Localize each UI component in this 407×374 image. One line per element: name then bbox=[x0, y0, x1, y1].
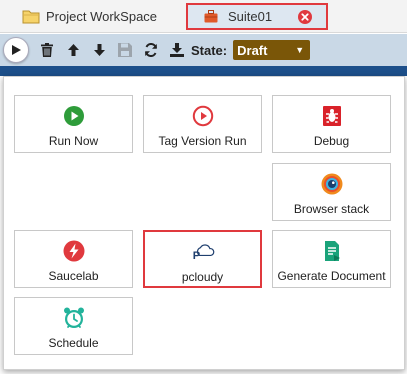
run-options-menu: Run Now Tag Version Run Debug Browser st… bbox=[3, 76, 405, 370]
browser-stack-button[interactable]: Browser stack bbox=[272, 163, 391, 221]
state-dropdown[interactable]: Draft ▼ bbox=[233, 40, 311, 60]
menu-item-label: Browser stack bbox=[293, 202, 370, 216]
pcloudy-icon: P bbox=[191, 240, 215, 264]
menu-item-label: Saucelab bbox=[48, 269, 99, 283]
menu-item-label: Debug bbox=[313, 134, 350, 148]
state-label: State: bbox=[191, 42, 228, 58]
generate-document-button[interactable]: Generate Document bbox=[272, 230, 391, 288]
tab-bar: Project WorkSpace Suite01 bbox=[0, 0, 407, 33]
close-icon[interactable] bbox=[298, 9, 312, 24]
tag-version-run-button[interactable]: Tag Version Run bbox=[143, 95, 262, 153]
delete-button[interactable] bbox=[39, 42, 55, 58]
run-now-button[interactable]: Run Now bbox=[14, 95, 133, 153]
play-circle-icon bbox=[62, 104, 86, 128]
document-icon bbox=[320, 239, 344, 263]
menu-item-label: Schedule bbox=[48, 336, 99, 350]
run-button[interactable] bbox=[3, 37, 29, 63]
briefcase-icon bbox=[204, 10, 218, 23]
schedule-button[interactable]: Schedule bbox=[14, 297, 133, 355]
toolbar: State: Draft ▼ bbox=[0, 34, 407, 66]
download-icon bbox=[170, 43, 184, 57]
browserstack-icon bbox=[320, 172, 344, 196]
trash-icon bbox=[41, 43, 53, 57]
refresh-button[interactable] bbox=[143, 42, 159, 58]
alarm-clock-icon bbox=[62, 306, 86, 330]
state-value: Draft bbox=[237, 42, 268, 58]
save-button[interactable] bbox=[117, 42, 133, 58]
arrow-down-icon bbox=[93, 44, 105, 56]
move-down-button[interactable] bbox=[91, 42, 107, 58]
play-outline-icon bbox=[191, 104, 215, 128]
refresh-icon bbox=[145, 43, 157, 57]
arrow-up-icon bbox=[67, 44, 79, 56]
svg-text:P: P bbox=[192, 250, 200, 262]
tab-label: Suite01 bbox=[228, 9, 273, 24]
saucelab-button[interactable]: Saucelab bbox=[14, 230, 133, 288]
menu-item-label: Generate Document bbox=[277, 269, 386, 283]
saucelab-icon bbox=[62, 239, 86, 263]
tab-project-workspace[interactable]: Project WorkSpace bbox=[2, 3, 185, 30]
save-icon bbox=[118, 43, 132, 57]
play-icon bbox=[12, 45, 21, 55]
move-up-button[interactable] bbox=[65, 42, 81, 58]
toolbar-strip bbox=[0, 66, 407, 76]
menu-item-label: Tag Version Run bbox=[158, 134, 247, 148]
menu-item-label: Run Now bbox=[48, 134, 99, 148]
bug-icon bbox=[320, 104, 344, 128]
tab-suite01[interactable]: Suite01 bbox=[186, 3, 328, 30]
download-button[interactable] bbox=[169, 42, 185, 58]
caret-down-icon: ▼ bbox=[295, 45, 305, 55]
pcloudy-button[interactable]: P pcloudy bbox=[143, 230, 262, 288]
folder-icon bbox=[22, 9, 40, 24]
menu-item-label: pcloudy bbox=[181, 270, 224, 284]
debug-button[interactable]: Debug bbox=[272, 95, 391, 153]
tab-label: Project WorkSpace bbox=[46, 9, 158, 24]
